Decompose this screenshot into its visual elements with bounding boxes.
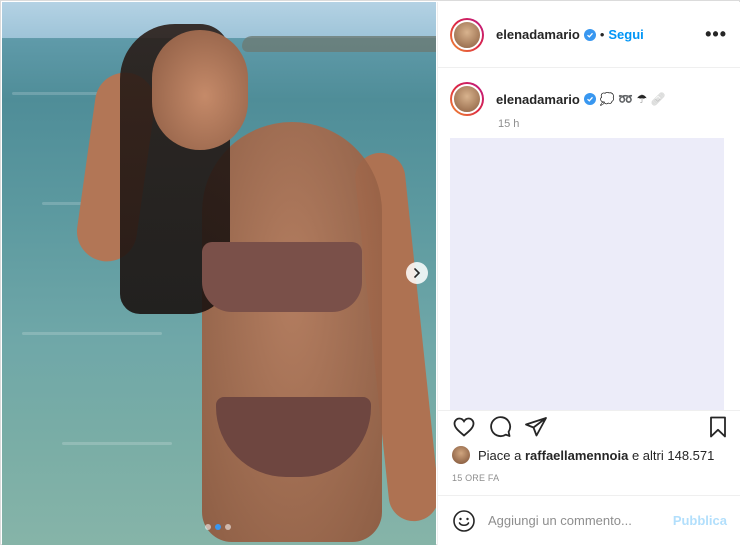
wave [22, 332, 162, 335]
comment-form: Pubblica [438, 495, 740, 545]
photo-subject-head [152, 30, 248, 150]
comments-area [450, 138, 724, 410]
chevron-right-icon [414, 268, 421, 278]
avatar-image [452, 84, 482, 114]
avatar[interactable] [450, 17, 484, 52]
post-photo[interactable] [2, 2, 436, 545]
separator-dot: • [599, 27, 605, 42]
follow-button[interactable]: Segui [608, 27, 643, 42]
avatar-image [452, 19, 482, 50]
comment-button[interactable] [488, 415, 512, 439]
likes-user-link[interactable]: raffaellamennoia [525, 448, 628, 463]
caption-timestamp[interactable]: 15 h [498, 118, 519, 130]
avatar[interactable] [450, 82, 484, 116]
post-sidebar: elenadamario • Segui ••• elenadamario 💭 … [437, 2, 740, 545]
more-options-icon[interactable]: ••• [705, 24, 727, 45]
likes-suffix[interactable]: e altri 148.571 [632, 448, 714, 463]
likes-summary: Piace a raffaellamennoia e altri 148.571 [452, 446, 714, 464]
post-date[interactable]: 15 ORE FA [452, 473, 499, 483]
paper-plane-icon [525, 417, 547, 437]
comment-icon [490, 416, 512, 438]
avatar[interactable] [452, 446, 470, 464]
distant-shore [242, 36, 436, 52]
wave [62, 442, 172, 445]
publish-button[interactable]: Pubblica [673, 513, 727, 528]
carousel-dot-active [215, 524, 221, 530]
comment-input[interactable] [488, 513, 673, 528]
post-header: elenadamario • Segui ••• [438, 2, 740, 68]
verified-badge-icon [583, 93, 596, 105]
save-button[interactable] [706, 415, 730, 439]
heart-icon [453, 417, 475, 437]
swimsuit-top [202, 242, 362, 312]
like-button[interactable] [452, 415, 476, 439]
verified-badge-icon [583, 28, 596, 41]
share-button[interactable] [524, 415, 548, 439]
carousel-dot [205, 524, 211, 530]
header-username[interactable]: elenadamario [496, 27, 580, 42]
post-modal: elenadamario • Segui ••• elenadamario 💭 … [0, 0, 740, 545]
carousel-dot [225, 524, 231, 530]
action-bar [438, 410, 740, 442]
likes-prefix: Piace a [478, 447, 522, 463]
caption-emojis: 💭 ➿ ☂ 🩹 [599, 92, 666, 106]
caption-username[interactable]: elenadamario [496, 92, 580, 107]
bookmark-icon [710, 416, 726, 438]
carousel-dots [205, 524, 231, 530]
smiley-icon[interactable] [452, 509, 476, 533]
post-caption: elenadamario 💭 ➿ ☂ 🩹 [438, 68, 740, 116]
carousel-next-button[interactable] [406, 262, 428, 284]
